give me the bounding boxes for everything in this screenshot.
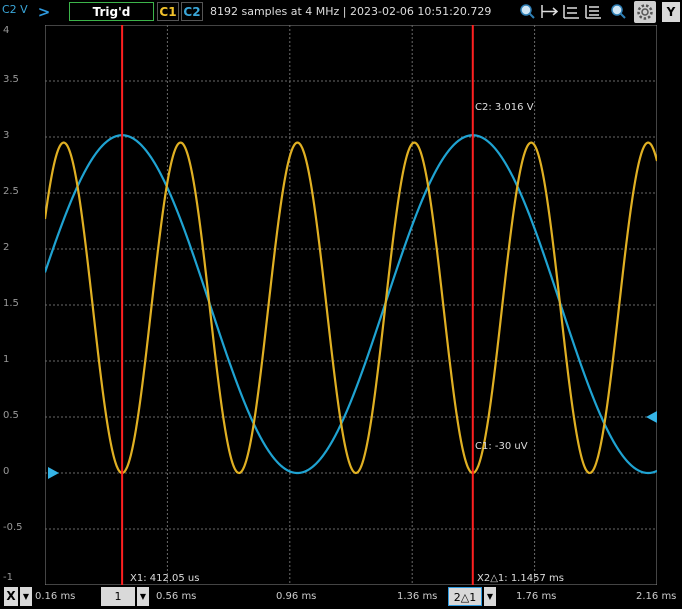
y-tick: -0.5 — [3, 522, 23, 533]
x-tick: 2.16 ms — [636, 591, 677, 602]
x-axis-button[interactable]: X — [4, 587, 18, 606]
y-tick: 0 — [3, 466, 10, 477]
y-tick: 0.5 — [3, 410, 19, 421]
y-tick: 2 — [3, 242, 10, 253]
x-tick: 0.56 ms — [156, 591, 197, 602]
zoom-y-icon[interactable] — [563, 3, 580, 20]
zoom-xy-icon[interactable] — [585, 3, 602, 20]
collapse-arrow-icon[interactable]: > — [36, 2, 52, 22]
settings-button[interactable] — [634, 1, 656, 23]
y-tick: 3 — [3, 130, 10, 141]
trigger-status-button[interactable]: Trig'd — [69, 2, 154, 21]
x-tick: 1.76 ms — [516, 591, 557, 602]
settings-icon — [637, 4, 653, 20]
y-tick: 2.5 — [3, 186, 19, 197]
y-tick: 4 — [3, 25, 10, 36]
c1-offset-marker[interactable] — [46, 466, 60, 480]
x-axis-dropdown[interactable]: ▼ — [20, 587, 32, 606]
y-tick: 1 — [3, 354, 10, 365]
x-tick: 1.36 ms — [397, 591, 438, 602]
channel-2-button[interactable]: C2 — [181, 2, 203, 21]
zoom-in-icon[interactable] — [610, 3, 627, 20]
scope-plot-area[interactable] — [45, 25, 657, 585]
cursor2-select[interactable]: 2△1 — [448, 587, 482, 606]
zoom-x-icon[interactable] — [541, 3, 558, 20]
x-tick: 0.96 ms — [276, 591, 317, 602]
zoom-fit-icon[interactable] — [519, 3, 536, 20]
y-tick: 1.5 — [3, 298, 19, 309]
cursor2-dropdown[interactable]: ▼ — [484, 587, 496, 606]
y-tick: 3.5 — [3, 74, 19, 85]
channel-1-button[interactable]: C1 — [157, 2, 179, 21]
x2-cursor-label: X2△1: 1.1457 ms — [477, 573, 564, 584]
x1-cursor-label: X1: 412.05 us — [130, 573, 200, 584]
acquisition-info: 8192 samples at 4 MHz | 2023-02-06 10:51… — [210, 5, 492, 18]
y-axis-channel-label: C2 V — [2, 3, 28, 16]
c2-readout: C2: 3.016 V — [475, 102, 534, 113]
cursor1-select[interactable]: 1 — [101, 587, 135, 606]
cursor1-dropdown[interactable]: ▼ — [137, 587, 149, 606]
c1-readout: C1: -30 uV — [475, 441, 528, 452]
c2-trigger-marker[interactable] — [644, 410, 658, 424]
x-tick: 0.16 ms — [35, 591, 76, 602]
y-tick: -1 — [3, 572, 13, 583]
y-axis-button[interactable]: Y — [662, 2, 680, 22]
